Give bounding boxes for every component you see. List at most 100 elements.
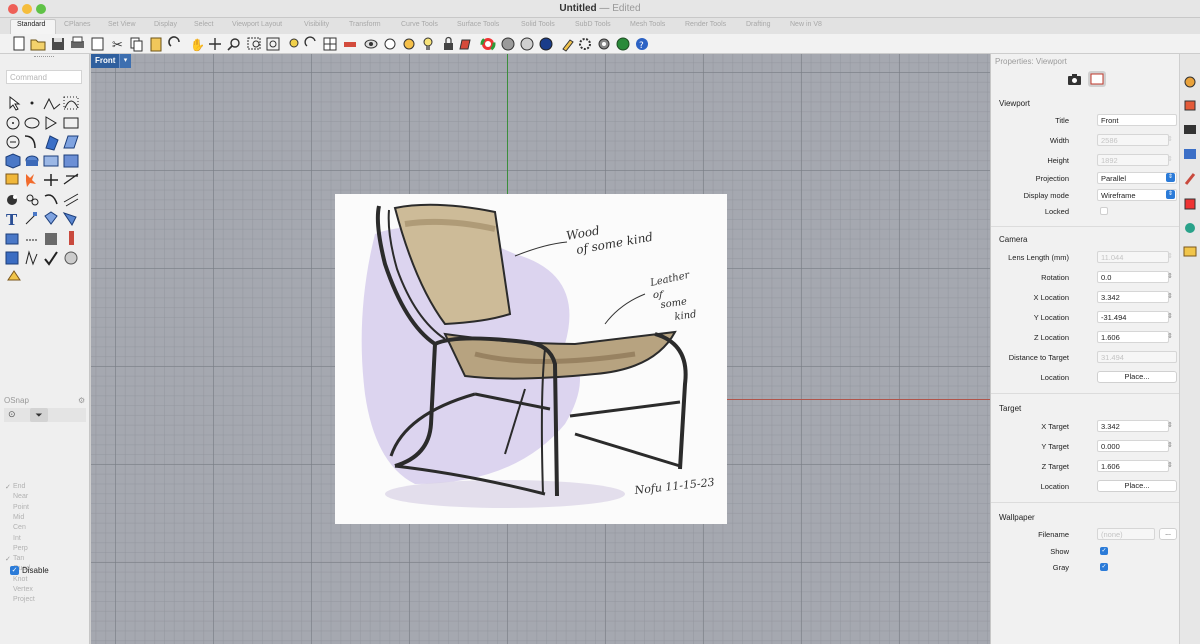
box-icon[interactable] (5, 153, 21, 169)
viewport-menu-chevron-icon[interactable]: ▾ (119, 54, 131, 68)
curve-icon[interactable] (63, 96, 79, 110)
options-gear-icon[interactable] (598, 38, 610, 50)
zoom-icon[interactable] (227, 38, 240, 51)
rectangle-icon[interactable] (63, 117, 79, 129)
paste-icon[interactable] (150, 37, 162, 52)
join-icon[interactable] (26, 194, 39, 206)
layer-icon[interactable] (459, 39, 471, 50)
z-location-field[interactable]: 1.606 (1097, 331, 1169, 343)
gray-checkbox[interactable]: ✓ (1100, 563, 1108, 571)
zoom-window-icon[interactable] (247, 37, 261, 50)
command-input[interactable]: Command (6, 70, 82, 84)
tab-curve-tools[interactable]: Curve Tools (401, 21, 438, 28)
tab-surface-tools[interactable]: Surface Tools (457, 21, 499, 28)
select-arrow-icon[interactable] (9, 95, 21, 111)
environments-tab-icon[interactable] (1185, 223, 1195, 233)
disable-checkbox[interactable]: ✓ (10, 566, 19, 576)
four-viewports-icon[interactable] (323, 37, 337, 51)
tab-drafting[interactable]: Drafting (746, 21, 771, 28)
help-icon[interactable]: ? (636, 38, 648, 51)
tab-display[interactable]: Display (154, 21, 177, 28)
osnap-settings-icon[interactable]: ⚙ (78, 396, 85, 405)
tab-viewport-layout[interactable]: Viewport Layout (232, 21, 282, 28)
show-checkbox[interactable]: ✓ (1100, 547, 1108, 555)
x-location-stepper-icon[interactable]: ⇕ (1167, 292, 1173, 300)
camera-icon[interactable] (1067, 72, 1083, 86)
surface-icon[interactable] (45, 135, 59, 151)
cut-icon[interactable]: ✂ (112, 38, 123, 53)
select-points-icon[interactable] (403, 38, 415, 50)
polyline-icon[interactable] (43, 97, 61, 110)
tab-set-view[interactable]: Set View (108, 21, 136, 28)
group-icon[interactable] (7, 195, 17, 205)
trim-icon[interactable] (63, 173, 79, 185)
osnap-item-end[interactable]: ✓ End (5, 483, 25, 491)
transform-icon[interactable] (44, 211, 58, 225)
lights-icon[interactable] (423, 37, 433, 50)
osnap-item-mid[interactable]: Mid (13, 514, 24, 521)
color-wheel-icon[interactable] (480, 36, 496, 52)
curvature-icon[interactable] (25, 250, 38, 266)
panel-grip[interactable] (34, 56, 54, 59)
check-icon[interactable]: ✓ (5, 555, 11, 563)
projection-select[interactable]: Parallel (1097, 172, 1177, 184)
environment-icon[interactable] (539, 37, 553, 51)
display-mode-chevron-icon[interactable]: ⇕ (1166, 190, 1175, 199)
y-location-field[interactable]: -31.494 (1097, 311, 1169, 323)
pan-icon[interactable]: ✋ (190, 38, 205, 52)
display-mode-select[interactable]: Wireframe (1097, 189, 1177, 201)
cplane-icon[interactable] (344, 42, 356, 47)
osnap-filter-icon[interactable]: ⏷ (30, 408, 48, 422)
pen-icon[interactable] (562, 39, 574, 52)
tab-visibility[interactable]: Visibility (304, 21, 329, 28)
toggle-grid-icon[interactable] (384, 38, 396, 50)
help-tab-icon[interactable] (1184, 173, 1196, 185)
tab-mesh-tools[interactable]: Mesh Tools (630, 21, 665, 28)
tab-subd-tools[interactable]: SubD Tools (575, 21, 611, 28)
named-view-icon[interactable] (364, 39, 378, 49)
mesh-icon[interactable] (63, 154, 79, 168)
text-icon[interactable]: T (6, 211, 18, 229)
print-icon[interactable] (71, 36, 84, 48)
cylinder-icon[interactable] (25, 155, 39, 166)
globe-icon[interactable] (616, 37, 630, 51)
render-icon[interactable] (7, 270, 21, 281)
layers-tab-icon[interactable] (1184, 100, 1196, 111)
tab-new-in-v8[interactable]: New in V8 (790, 21, 822, 28)
materials-tab-icon[interactable] (1184, 198, 1196, 210)
properties-tab-icon[interactable] (1184, 76, 1196, 88)
z-target-stepper-icon[interactable]: ⇕ (1167, 461, 1173, 469)
z-location-stepper-icon[interactable]: ⇕ (1167, 332, 1173, 340)
camera-place-button[interactable]: Place... (1097, 371, 1177, 383)
layout-icon[interactable] (62, 212, 77, 226)
lock-icon[interactable] (444, 36, 453, 51)
tab-select[interactable]: Select (194, 21, 213, 28)
explode-icon[interactable] (26, 174, 36, 187)
patch-icon[interactable] (63, 135, 79, 149)
filename-field[interactable]: (none) (1097, 528, 1155, 540)
block-icon[interactable] (5, 233, 19, 245)
zoom-extents-icon[interactable] (266, 37, 280, 51)
move-view-icon[interactable] (209, 38, 221, 50)
split-icon[interactable] (44, 174, 58, 186)
y-target-stepper-icon[interactable]: ⇕ (1167, 441, 1173, 449)
point-icon[interactable] (30, 101, 34, 105)
x-target-stepper-icon[interactable]: ⇕ (1167, 421, 1173, 429)
osnap-target-icon[interactable]: ⊙ (8, 409, 16, 420)
dimension-icon[interactable] (25, 212, 37, 225)
extend-icon[interactable] (44, 194, 58, 205)
osnap-item-point[interactable]: Point (13, 504, 29, 511)
projection-chevron-icon[interactable]: ⇕ (1166, 173, 1175, 182)
boolean-icon[interactable] (5, 173, 19, 185)
rotation-stepper-icon[interactable]: ⇕ (1167, 272, 1173, 280)
analyze-icon[interactable] (5, 251, 19, 265)
y-target-field[interactable]: 0.000 (1097, 440, 1169, 452)
fillet-icon[interactable] (24, 135, 36, 149)
save-icon[interactable] (52, 38, 64, 50)
tab-render-tools[interactable]: Render Tools (685, 21, 726, 28)
ellipse-icon[interactable] (24, 117, 40, 129)
material-sphere-icon[interactable] (520, 37, 534, 51)
tab-transform[interactable]: Transform (349, 21, 381, 28)
z-target-field[interactable]: 1.606 (1097, 460, 1169, 472)
zoom-selected-icon[interactable] (289, 38, 299, 48)
